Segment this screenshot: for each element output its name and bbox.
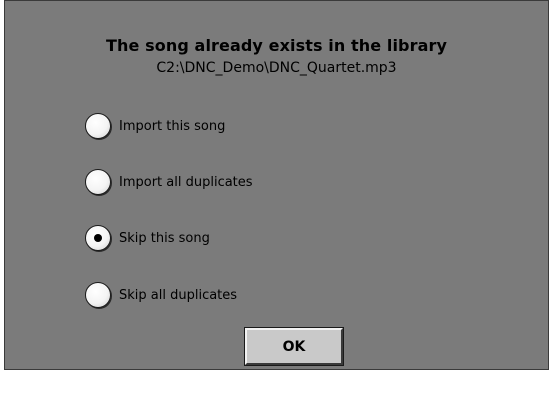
dialog-title: The song already exists in the library (106, 36, 447, 55)
ok-button[interactable]: OK (244, 327, 344, 366)
option-skip-all-duplicates[interactable]: Skip all duplicates (85, 279, 237, 311)
option-label: Import all duplicates (119, 174, 253, 190)
radio-button-icon[interactable] (85, 282, 111, 308)
radio-button-selected-icon[interactable] (85, 225, 111, 251)
option-skip-this-song[interactable]: Skip this song (85, 222, 210, 254)
option-label: Skip all duplicates (119, 287, 238, 303)
radio-button-icon[interactable] (85, 113, 111, 139)
option-label: Skip this song (119, 230, 210, 246)
option-import-this-song[interactable]: Import this song (85, 110, 225, 142)
radio-button-icon[interactable] (85, 169, 111, 195)
screen-background: The song already exists in the library C… (0, 0, 556, 401)
song-file-path: C2:\DNC_Demo\DNC_Quartet.mp3 (156, 60, 397, 76)
option-label: Import this song (119, 118, 226, 134)
duplicate-song-dialog: The song already exists in the library C… (4, 0, 549, 370)
option-import-all-duplicates[interactable]: Import all duplicates (85, 166, 253, 198)
